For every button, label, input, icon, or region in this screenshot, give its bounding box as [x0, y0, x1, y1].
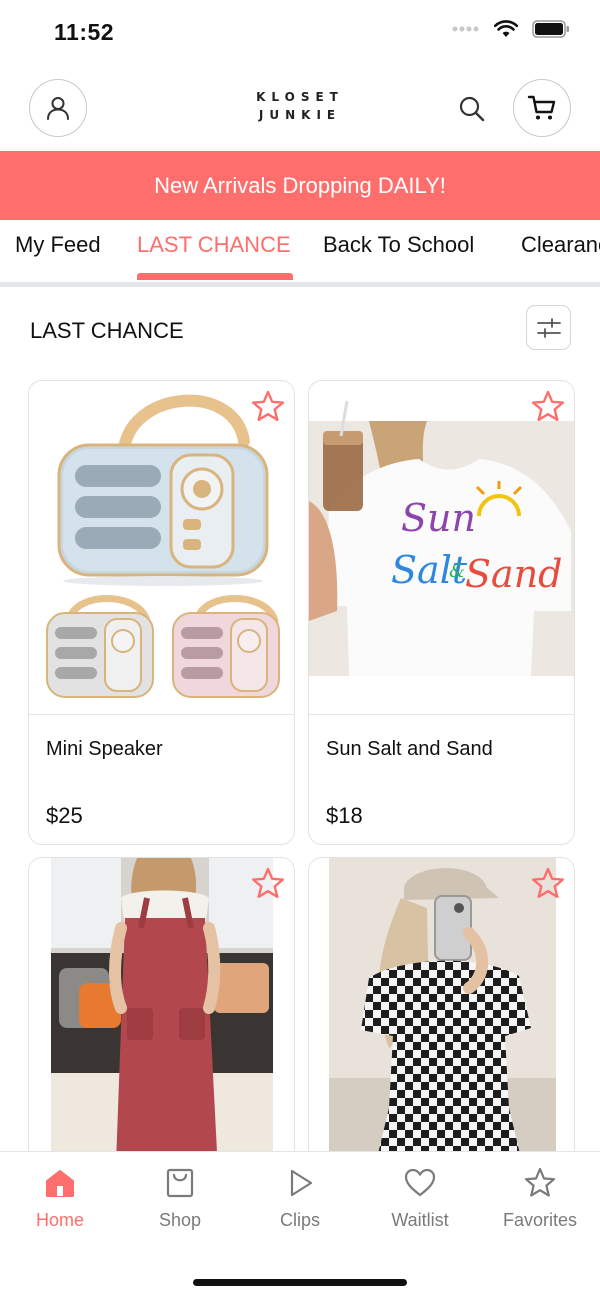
brand-logo[interactable]: KLOSET JUNKIE [230, 88, 370, 124]
bottom-nav: Home Shop Clips Waitlist Favorites [0, 1151, 600, 1299]
heart-icon [404, 1168, 436, 1197]
home-icon [46, 1170, 74, 1197]
product-card-mini-speaker[interactable]: Mini Speaker $25 [28, 380, 295, 845]
star-icon [524, 1167, 556, 1197]
checkered-set-photo[interactable] [309, 858, 574, 1191]
section-title: LAST CHANCE [30, 318, 184, 343]
cart-button[interactable] [513, 79, 571, 137]
tab-clearance[interactable]: Clearance [521, 232, 600, 258]
profile-button[interactable] [29, 79, 87, 137]
cart-icon [527, 95, 556, 120]
promo-banner[interactable]: New Arrivals Dropping DAILY! [0, 151, 600, 220]
tshirt-image: Sun Salt & Sand [309, 381, 574, 714]
product-name[interactable]: Mini Speaker [46, 738, 163, 761]
tshirt-photo[interactable]: Sun Salt & Sand [309, 381, 574, 714]
battery-icon [532, 20, 569, 38]
nav-favorites-label: Favorites [502, 1210, 578, 1230]
jumpsuit-photo[interactable] [29, 858, 294, 1191]
favorite-star-icon[interactable] [250, 866, 286, 902]
play-icon [290, 1169, 313, 1197]
card-divider [29, 714, 294, 715]
search-icon [459, 96, 485, 122]
search-button[interactable] [455, 92, 489, 126]
tabs-divider [0, 282, 600, 287]
product-name[interactable]: Sun Salt and Sand [326, 738, 493, 761]
product-price: $25 [46, 803, 83, 828]
nav-shop[interactable]: Shop [120, 1166, 240, 1231]
nav-shop-label: Shop [158, 1210, 202, 1230]
jumpsuit-image [29, 858, 294, 1191]
favorite-star-icon[interactable] [530, 389, 566, 425]
speaker-image [29, 381, 294, 714]
status-icons [452, 20, 570, 38]
sliders-icon [536, 317, 561, 338]
nav-home[interactable]: Home [0, 1166, 120, 1231]
nav-waitlist-label: Waitlist [391, 1210, 449, 1230]
checkered-set-image [309, 858, 574, 1191]
app-header: KLOSET JUNKIE [0, 66, 600, 151]
nav-clips-label: Clips [279, 1210, 320, 1230]
status-bar: 11:52 [0, 0, 600, 66]
svg-text:&: & [449, 561, 465, 582]
home-indicator[interactable] [193, 1279, 407, 1286]
product-card-sun-salt-and-sand[interactable]: Sun Salt & Sand Sun Salt and Sand $18 [308, 380, 575, 845]
signal-icon [452, 26, 479, 32]
logo-line-1: KLOSET [256, 90, 344, 104]
status-time: 11:52 [54, 19, 115, 45]
favorite-star-icon[interactable] [250, 389, 286, 425]
tab-my-feed[interactable]: My Feed [15, 232, 101, 258]
person-icon [47, 97, 69, 120]
wifi-icon [494, 20, 518, 37]
nav-clips[interactable]: Clips [240, 1166, 360, 1231]
tab-back-to-school[interactable]: Back To School [323, 232, 474, 258]
shopping-bag-icon [166, 1168, 194, 1198]
svg-text:Sun: Sun [401, 496, 476, 540]
favorite-star-icon[interactable] [530, 866, 566, 902]
category-tabs: My Feed LAST CHANCE Back To School Clear… [0, 220, 600, 282]
promo-banner-text: New Arrivals Dropping DAILY! [154, 172, 446, 198]
active-tab-indicator [137, 273, 293, 280]
tab-last-chance[interactable]: LAST CHANCE [137, 232, 291, 258]
speaker-photo[interactable] [29, 381, 294, 714]
svg-text:Sand: Sand [465, 552, 563, 596]
nav-home-label: Home [35, 1210, 84, 1230]
logo-line-2: JUNKIE [258, 108, 342, 122]
nav-waitlist[interactable]: Waitlist [360, 1166, 480, 1231]
filter-button[interactable] [526, 305, 571, 350]
product-price: $18 [326, 803, 363, 828]
nav-favorites[interactable]: Favorites [480, 1166, 600, 1231]
card-divider [309, 714, 574, 715]
